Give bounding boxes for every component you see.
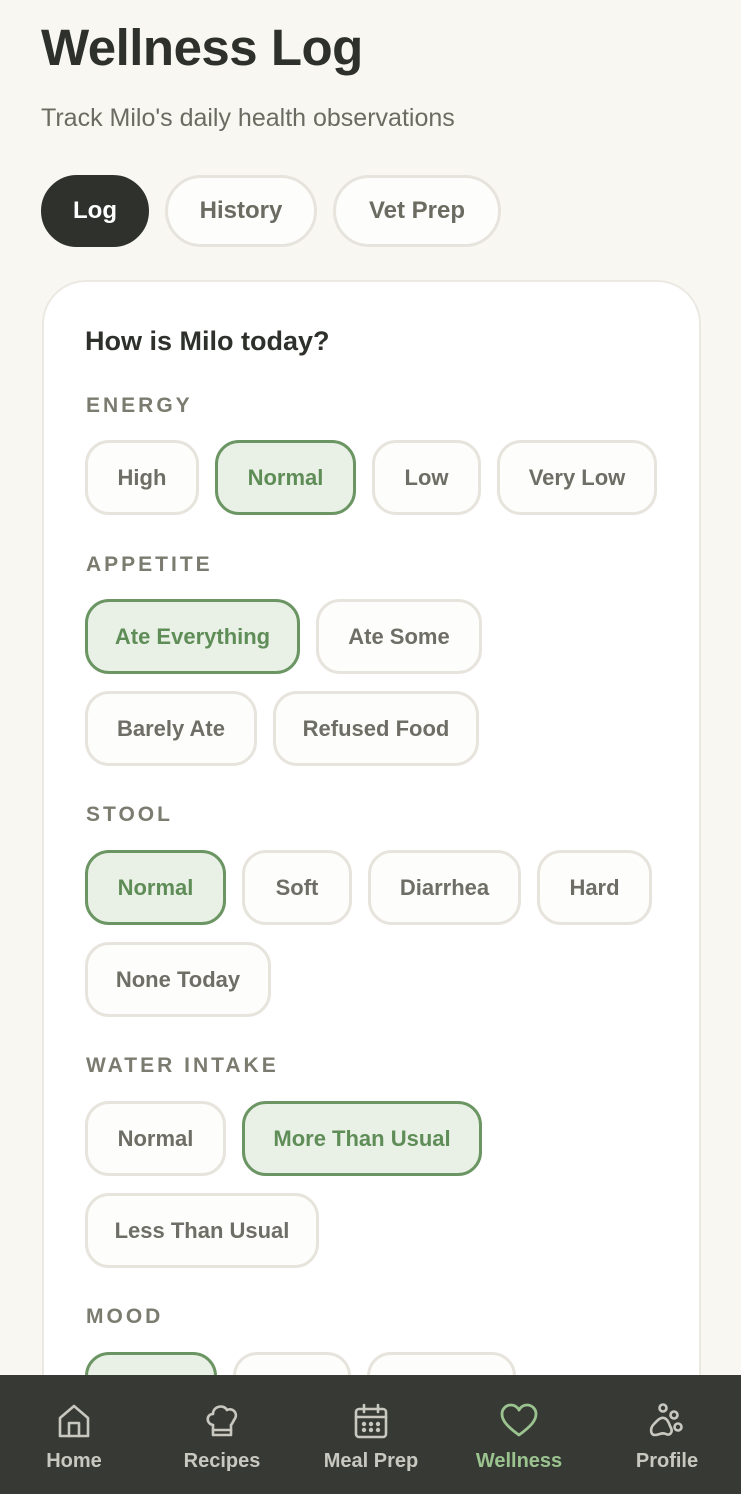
home-icon — [54, 1401, 94, 1441]
card-heading: How is Milo today? — [85, 326, 330, 356]
heart-icon — [499, 1401, 539, 1441]
paw-icon — [647, 1401, 687, 1441]
tab-history[interactable]: History — [165, 175, 317, 247]
appetite-option-barely-ate[interactable]: Barely Ate — [85, 691, 257, 766]
energy-option-low[interactable]: Low — [372, 440, 481, 515]
chef-hat-icon — [202, 1401, 242, 1441]
nav-item-wellness[interactable]: Wellness — [445, 1375, 593, 1494]
nav-label-profile: Profile — [635, 1450, 699, 1472]
water-option-normal[interactable]: Normal — [85, 1101, 226, 1176]
appetite-label: APPETITE — [86, 553, 213, 576]
nav-label-home: Home — [46, 1450, 102, 1472]
bottom-navigation: Home Recipes Meal Prep Wellness Profile — [0, 1375, 741, 1494]
nav-item-meal-prep[interactable]: Meal Prep — [297, 1375, 445, 1494]
water-intake-label: WATER INTAKE — [86, 1054, 279, 1077]
stool-option-hard[interactable]: Hard — [537, 850, 652, 925]
page-title: Wellness Log — [41, 19, 363, 76]
stool-option-diarrhea[interactable]: Diarrhea — [368, 850, 521, 925]
page-subtitle: Track Milo's daily health observations — [41, 104, 455, 132]
energy-option-very-low[interactable]: Very Low — [497, 440, 657, 515]
energy-option-high[interactable]: High — [85, 440, 199, 515]
energy-label: ENERGY — [86, 394, 193, 417]
nav-item-recipes[interactable]: Recipes — [148, 1375, 296, 1494]
mood-label: MOOD — [86, 1305, 164, 1328]
water-option-less-than-usual[interactable]: Less Than Usual — [85, 1193, 319, 1268]
tab-vet-prep[interactable]: Vet Prep — [333, 175, 501, 247]
nav-item-profile[interactable]: Profile — [593, 1375, 741, 1494]
nav-item-home[interactable]: Home — [0, 1375, 148, 1494]
energy-option-normal[interactable]: Normal — [215, 440, 356, 515]
stool-label: STOOL — [86, 803, 173, 826]
appetite-option-ate-some[interactable]: Ate Some — [316, 599, 482, 674]
calendar-icon — [351, 1401, 391, 1441]
stool-option-none-today[interactable]: None Today — [85, 942, 271, 1017]
nav-label-wellness: Wellness — [475, 1450, 563, 1472]
appetite-option-refused-food[interactable]: Refused Food — [273, 691, 479, 766]
nav-label-meal-prep: Meal Prep — [323, 1450, 419, 1472]
stool-option-normal[interactable]: Normal — [85, 850, 226, 925]
appetite-option-ate-everything[interactable]: Ate Everything — [85, 599, 300, 674]
water-option-more-than-usual[interactable]: More Than Usual — [242, 1101, 482, 1176]
stool-option-soft[interactable]: Soft — [242, 850, 352, 925]
tab-log[interactable]: Log — [41, 175, 149, 247]
nav-label-recipes: Recipes — [183, 1450, 261, 1472]
